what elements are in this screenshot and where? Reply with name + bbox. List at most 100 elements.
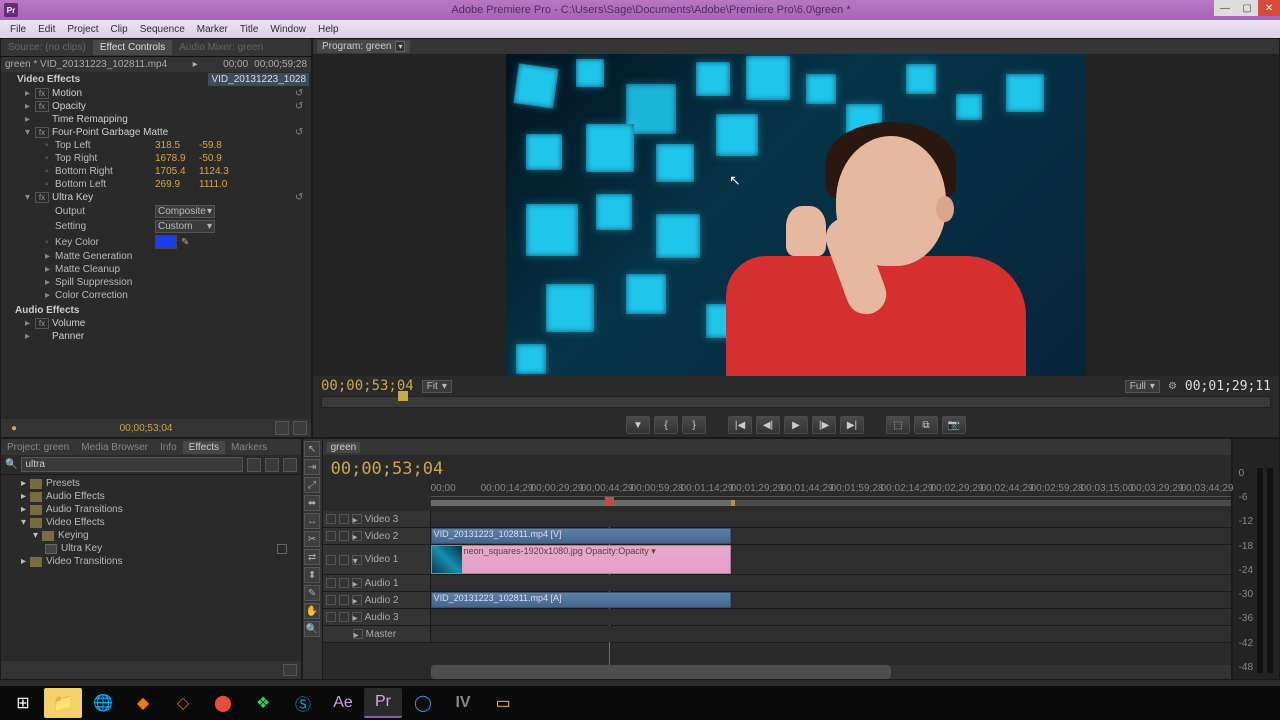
- close-button[interactable]: ✕: [1258, 0, 1280, 16]
- eye-icon[interactable]: [326, 514, 336, 524]
- playhead-icon[interactable]: [398, 391, 408, 401]
- eff-garbage-matte[interactable]: Four-Point Garbage Matte: [52, 127, 295, 138]
- minimize-button[interactable]: —: [1214, 0, 1236, 16]
- chrome-icon[interactable]: 🌐: [84, 688, 122, 718]
- tree-ultra-key[interactable]: Ultra Key: [61, 543, 102, 554]
- blender-icon[interactable]: ◆: [124, 688, 162, 718]
- mark-out-button[interactable]: }: [682, 416, 706, 434]
- tab-markers[interactable]: Markers: [225, 441, 273, 454]
- zoom-tool[interactable]: 🔍: [304, 621, 320, 637]
- menubar[interactable]: File Edit Project Clip Sequence Marker T…: [0, 20, 1280, 38]
- tab-project[interactable]: Project: green: [1, 441, 75, 454]
- clip-v1[interactable]: neon_squares-1920x1080.jpg Opacity:Opaci…: [431, 545, 731, 574]
- eye-icon[interactable]: [326, 555, 336, 565]
- track-master-label[interactable]: Master: [366, 629, 397, 640]
- timeline-zoom-scroll[interactable]: [431, 665, 1231, 679]
- tab-effects[interactable]: Effects: [183, 441, 225, 454]
- effects-tree[interactable]: ▸Presets ▸Audio Effects ▸Audio Transitio…: [1, 475, 301, 661]
- param-matte-gen[interactable]: Matte Generation: [55, 251, 155, 262]
- start-button[interactable]: ⊞: [4, 688, 42, 718]
- bottom-left-x[interactable]: 269.9: [155, 179, 199, 190]
- eff-opacity[interactable]: Opacity: [52, 101, 295, 112]
- speaker-icon[interactable]: [326, 612, 336, 622]
- tree-audio-transitions[interactable]: Audio Transitions: [46, 504, 123, 515]
- eff-time-remapping[interactable]: Time Remapping: [52, 114, 309, 125]
- lock-icon[interactable]: [339, 595, 349, 605]
- track-select-tool[interactable]: ⇥: [304, 459, 320, 475]
- output-select[interactable]: Composite▾: [155, 205, 215, 218]
- eff-volume[interactable]: Volume: [52, 318, 309, 329]
- tree-video-effects[interactable]: Video Effects: [46, 517, 105, 528]
- after-effects-icon[interactable]: Ae: [324, 688, 362, 718]
- lock-icon[interactable]: [339, 555, 349, 565]
- razor-tool[interactable]: ✂: [304, 531, 320, 547]
- resolution-select[interactable]: Full▾: [1125, 380, 1160, 393]
- go-to-in-button[interactable]: |◀: [728, 416, 752, 434]
- lock-icon[interactable]: [339, 514, 349, 524]
- menu-marker[interactable]: Marker: [191, 24, 234, 35]
- slip-tool[interactable]: ⇄: [304, 549, 320, 565]
- track-a3-label[interactable]: Audio 3: [365, 612, 399, 623]
- skype-icon[interactable]: Ⓢ: [284, 688, 322, 718]
- speaker-icon[interactable]: [326, 578, 336, 588]
- track-a2-label[interactable]: Audio 2: [365, 595, 399, 606]
- bottom-right-y[interactable]: 1124.3: [199, 166, 243, 177]
- clip-v2[interactable]: VID_20131223_102811.mp4 [V]: [431, 528, 731, 544]
- fx-32-icon[interactable]: [247, 458, 261, 472]
- menu-title[interactable]: Title: [234, 24, 265, 35]
- timeline-timecode[interactable]: 00;00;53;04: [331, 459, 444, 479]
- fx-yuv-icon[interactable]: [283, 458, 297, 472]
- program-tab-dropdown-icon[interactable]: ▾: [395, 41, 405, 52]
- program-scrubber[interactable]: [321, 396, 1271, 408]
- menu-file[interactable]: File: [4, 24, 32, 35]
- param-spill[interactable]: Spill Suppression: [55, 277, 155, 288]
- lock-icon[interactable]: [339, 612, 349, 622]
- param-matte-cleanup[interactable]: Matte Cleanup: [55, 264, 155, 275]
- tab-media-browser[interactable]: Media Browser: [75, 441, 154, 454]
- new-bin-icon[interactable]: [283, 664, 297, 676]
- effects-search-input[interactable]: [21, 457, 242, 472]
- track-v3-label[interactable]: Video 3: [365, 514, 399, 525]
- ec-foot-btn1[interactable]: [275, 421, 289, 435]
- menu-sequence[interactable]: Sequence: [134, 24, 191, 35]
- step-forward-button[interactable]: |▶: [812, 416, 836, 434]
- premiere-icon[interactable]: Pr: [364, 688, 402, 718]
- menu-clip[interactable]: Clip: [104, 24, 133, 35]
- clip-a2[interactable]: VID_20131223_102811.mp4 [A]: [431, 592, 731, 608]
- top-right-x[interactable]: 1678.9: [155, 153, 199, 164]
- maximize-button[interactable]: ▢: [1236, 0, 1258, 16]
- settings-icon[interactable]: ⚙: [1168, 381, 1177, 392]
- tab-audio-mixer[interactable]: Audio Mixer: green: [172, 40, 270, 55]
- mark-in-button[interactable]: {: [654, 416, 678, 434]
- work-area-bar[interactable]: [431, 500, 1231, 506]
- tab-effect-controls[interactable]: Effect Controls: [93, 40, 172, 55]
- note-icon[interactable]: ▭: [484, 688, 522, 718]
- add-marker-button[interactable]: ▼: [626, 416, 650, 434]
- sequence-tab[interactable]: green: [327, 442, 361, 453]
- tab-info[interactable]: Info: [154, 441, 183, 454]
- lift-button[interactable]: ⬚: [886, 416, 910, 434]
- eff-ultra-key[interactable]: Ultra Key: [52, 192, 295, 203]
- slide-tool[interactable]: ⬍: [304, 567, 320, 583]
- ripple-edit-tool[interactable]: ⤢: [304, 477, 320, 493]
- ec-highlight-clip[interactable]: VID_20131223_1028: [208, 73, 309, 86]
- explorer-icon[interactable]: 📁: [44, 688, 82, 718]
- reset-icon[interactable]: ↺: [295, 192, 309, 203]
- top-right-y[interactable]: -50.9: [199, 153, 243, 164]
- selection-tool[interactable]: ↖: [304, 441, 320, 457]
- time-ruler[interactable]: 00;00 00;00;14;29 00;00;29;29 00;00;44;2…: [431, 483, 1231, 497]
- eyedropper-icon[interactable]: ✎: [181, 237, 193, 248]
- step-back-button[interactable]: ◀|: [756, 416, 780, 434]
- record-icon[interactable]: ⬤: [204, 688, 242, 718]
- bottom-left-y[interactable]: 1111.0: [199, 179, 243, 190]
- setting-select[interactable]: Custom▾: [155, 220, 215, 233]
- tree-keying[interactable]: Keying: [58, 530, 89, 541]
- program-monitor[interactable]: ↖: [313, 54, 1279, 376]
- leaf-icon[interactable]: ❖: [244, 688, 282, 718]
- menu-edit[interactable]: Edit: [32, 24, 61, 35]
- eff-motion[interactable]: Motion: [52, 88, 295, 99]
- top-left-y[interactable]: -59.8: [199, 140, 243, 151]
- rate-stretch-tool[interactable]: ↔: [304, 513, 320, 529]
- reset-icon[interactable]: ↺: [295, 88, 309, 99]
- ec-foot-btn2[interactable]: [293, 421, 307, 435]
